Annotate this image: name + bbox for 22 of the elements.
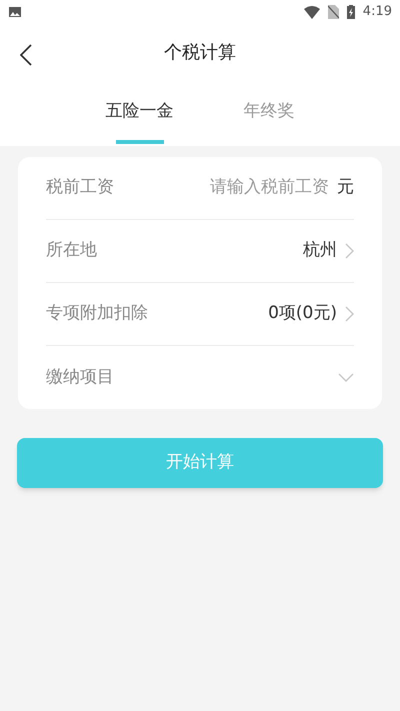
- row-value: 杭州: [303, 239, 337, 262]
- chevron-right-icon: [345, 306, 354, 322]
- status-time: 4:19: [362, 3, 392, 22]
- salary-input-field[interactable]: 请输入税前工资: [189, 175, 329, 201]
- form-row[interactable]: 专项附加扣除 0项(0元): [46, 283, 354, 346]
- back-icon: [20, 44, 32, 66]
- form-row[interactable]: 缴纳项目: [46, 346, 354, 409]
- image-icon: [8, 6, 22, 18]
- unit-label: 元: [337, 176, 354, 200]
- no-sim-icon: [328, 5, 339, 19]
- row-label: 税前工资: [46, 176, 114, 200]
- chevron-right-icon: [345, 243, 354, 259]
- chevron-down-icon: [338, 372, 354, 382]
- row-value: 0项(0元): [268, 302, 337, 326]
- page-title: 个税计算: [164, 40, 236, 64]
- battery-charging-icon: [346, 5, 355, 19]
- form-row[interactable]: 所在地 杭州: [46, 220, 354, 283]
- row-label: 专项附加扣除: [46, 302, 148, 326]
- row-label: 所在地: [46, 239, 97, 262]
- tab[interactable]: 五险一金: [106, 92, 174, 146]
- row-label: 缴纳项目: [46, 366, 114, 389]
- wifi-icon: [304, 6, 320, 18]
